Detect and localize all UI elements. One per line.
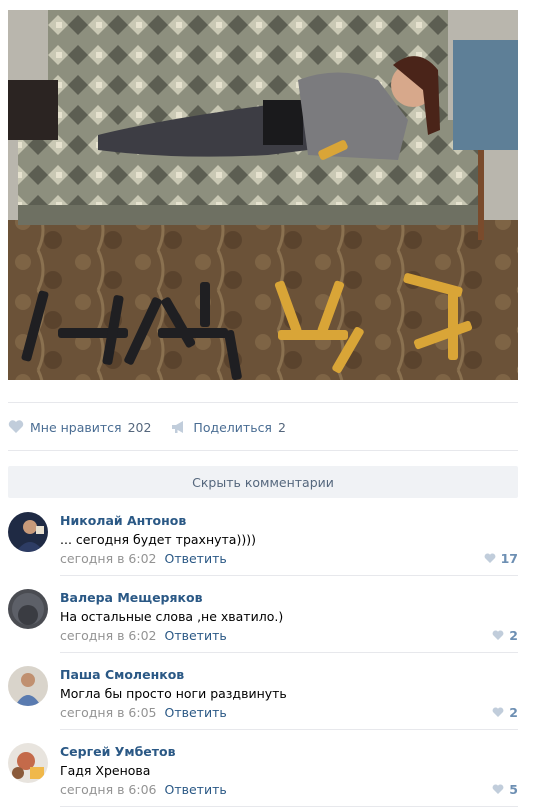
- reply-button[interactable]: Ответить: [165, 782, 227, 797]
- comment-like-button[interactable]: 2: [492, 705, 518, 720]
- comment-like-count: 17: [500, 551, 518, 566]
- reply-button[interactable]: Ответить: [165, 705, 227, 720]
- post-photo[interactable]: [8, 10, 518, 380]
- comment-time[interactable]: сегодня в 6:02: [60, 628, 157, 643]
- comment-like-count: 2: [509, 628, 518, 643]
- avatar[interactable]: [8, 589, 48, 629]
- comment-meta: сегодня в 6:05 Ответить: [60, 705, 227, 720]
- post-divider-top: [8, 402, 518, 403]
- comment-like-button[interactable]: 5: [492, 782, 518, 797]
- comment-time[interactable]: сегодня в 6:02: [60, 551, 157, 566]
- reply-button[interactable]: Ответить: [165, 551, 227, 566]
- comment-author[interactable]: Сергей Умбетов: [60, 744, 176, 759]
- heart-icon: [492, 707, 504, 718]
- comment-like-count: 5: [509, 782, 518, 797]
- avatar[interactable]: [8, 666, 48, 706]
- comment-time[interactable]: сегодня в 6:06: [60, 782, 157, 797]
- comment-divider: [60, 575, 518, 576]
- heart-icon: [492, 784, 504, 795]
- comment-meta: сегодня в 6:02 Ответить: [60, 628, 227, 643]
- comment-meta: сегодня в 6:06 Ответить: [60, 782, 227, 797]
- avatar[interactable]: [8, 512, 48, 552]
- share-label: Поделиться: [193, 419, 272, 435]
- megaphone-icon: [171, 420, 187, 434]
- post-divider-bottom: [8, 450, 518, 451]
- comment-like-count: 2: [509, 705, 518, 720]
- comment-like-button[interactable]: 17: [484, 551, 518, 566]
- comment-item: Сергей Умбетов Гадя Хренова сегодня в 6:…: [8, 739, 518, 811]
- comment-divider: [60, 652, 518, 653]
- heart-icon: [492, 630, 504, 641]
- comment-time[interactable]: сегодня в 6:05: [60, 705, 157, 720]
- like-button[interactable]: Мне нравится 202: [8, 420, 151, 435]
- comment-divider: [60, 729, 518, 730]
- share-count: 2: [277, 419, 286, 435]
- comment-author[interactable]: Валера Мещеряков: [60, 590, 203, 605]
- comment-item: Паша Смоленков Могла бы просто ноги разд…: [8, 662, 518, 734]
- comment-text: ... сегодня будет трахнута)))): [60, 532, 256, 547]
- photo-scene: [8, 10, 518, 380]
- like-count: 202: [127, 419, 152, 435]
- comment-meta: сегодня в 6:02 Ответить: [60, 551, 227, 566]
- post-actions: Мне нравится 202 Поделиться 2: [8, 416, 518, 438]
- comment-like-button[interactable]: 2: [492, 628, 518, 643]
- like-label: Мне нравится: [30, 419, 122, 435]
- comment-text: Гадя Хренова: [60, 763, 151, 778]
- comment-author[interactable]: Паша Смоленков: [60, 667, 184, 682]
- avatar[interactable]: [8, 743, 48, 783]
- comment-item: Николай Антонов ... сегодня будет трахну…: [8, 508, 518, 580]
- comment-text: На остальные слова ,не хватило.): [60, 609, 284, 624]
- heart-icon: [8, 420, 24, 434]
- heart-icon: [484, 553, 496, 564]
- hide-comments-button[interactable]: Скрыть комментарии: [8, 466, 518, 498]
- reply-button[interactable]: Ответить: [165, 628, 227, 643]
- comment-text: Могла бы просто ноги раздвинуть: [60, 686, 287, 701]
- comment-item: Валера Мещеряков На остальные слова ,не …: [8, 585, 518, 657]
- share-button[interactable]: Поделиться 2: [171, 420, 286, 435]
- comment-divider: [60, 806, 518, 807]
- comment-author[interactable]: Николай Антонов: [60, 513, 186, 528]
